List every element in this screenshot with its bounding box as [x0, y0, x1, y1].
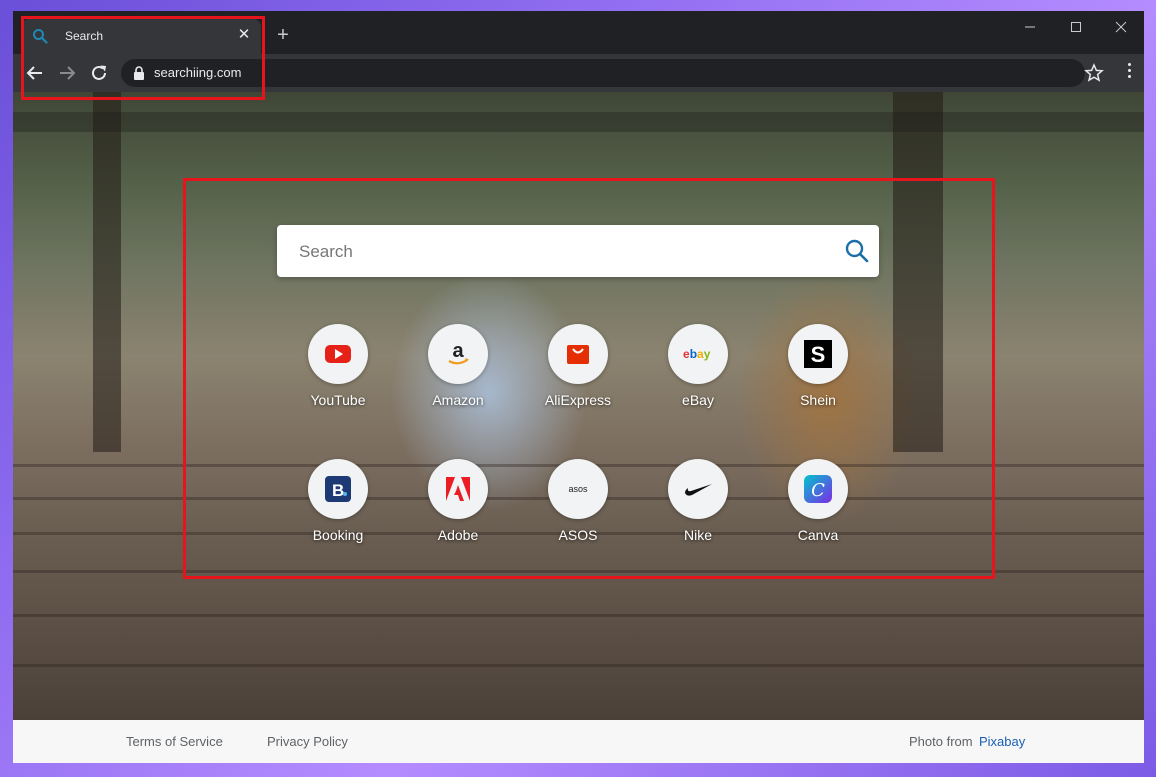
background-beam	[13, 112, 1144, 132]
aliexpress-icon	[548, 324, 608, 384]
background-pillar	[93, 92, 121, 452]
bookmark-star-icon[interactable]	[1084, 63, 1104, 83]
booking-icon: B	[308, 459, 368, 519]
shortcut-label: AliExpress	[544, 392, 612, 408]
canva-icon: C	[788, 459, 848, 519]
amazon-icon: a	[428, 324, 488, 384]
shortcut-canva[interactable]: C Canva	[763, 459, 873, 569]
shortcut-label: Booking	[312, 527, 364, 543]
shortcut-shein[interactable]: S Shein	[763, 324, 873, 434]
new-tab-button[interactable]: +	[273, 25, 293, 45]
browser-menu-icon[interactable]	[1128, 63, 1132, 83]
svg-text:C: C	[811, 480, 825, 501]
browser-window: Search ✕ + searchiing.com Search YouTube…	[13, 11, 1144, 763]
shortcut-asos[interactable]: asos ASOS	[523, 459, 633, 569]
shortcut-label: Shein	[800, 392, 836, 408]
highlight-box-tab	[21, 16, 265, 100]
shein-icon: S	[788, 324, 848, 384]
minimize-icon[interactable]	[1007, 17, 1053, 39]
shortcut-label: Nike	[683, 527, 712, 543]
terms-link[interactable]: Terms of Service	[126, 734, 223, 749]
photo-credit-label: Photo from	[909, 734, 973, 749]
ebay-icon: ebay	[668, 324, 728, 384]
shortcut-label: eBay	[682, 392, 714, 408]
asos-icon: asos	[548, 459, 608, 519]
floor-plank	[13, 664, 1144, 667]
shortcut-nike[interactable]: Nike	[643, 459, 753, 569]
address-bar[interactable]: searchiing.com	[121, 59, 1085, 87]
svg-text:ebay: ebay	[683, 347, 711, 361]
shortcut-label: Amazon	[432, 392, 484, 408]
privacy-link[interactable]: Privacy Policy	[267, 734, 348, 749]
shortcut-label: Canva	[797, 527, 839, 543]
close-window-icon[interactable]	[1098, 17, 1144, 39]
footer: Terms of Service Privacy Policy Photo fr…	[13, 720, 1144, 763]
adobe-icon	[428, 459, 488, 519]
search-input[interactable]	[297, 225, 821, 279]
new-tab-page: YouTube a Amazon AliExpress ebay eBay S	[13, 92, 1144, 720]
shortcut-booking[interactable]: B Booking	[283, 459, 393, 569]
pixabay-link[interactable]: Pixabay	[979, 734, 1025, 749]
nike-icon	[668, 459, 728, 519]
youtube-icon	[308, 324, 368, 384]
svg-text:B: B	[332, 481, 344, 500]
shortcut-label: YouTube	[310, 392, 366, 408]
shortcut-aliexpress[interactable]: AliExpress	[523, 324, 633, 434]
floor-plank	[13, 614, 1144, 617]
shortcut-ebay[interactable]: ebay eBay	[643, 324, 753, 434]
search-box[interactable]	[277, 225, 879, 279]
svg-text:S: S	[811, 342, 826, 367]
svg-text:a: a	[452, 340, 464, 362]
shortcut-amazon[interactable]: a Amazon	[403, 324, 513, 434]
maximize-icon[interactable]	[1053, 17, 1099, 39]
shortcut-youtube[interactable]: YouTube	[283, 324, 393, 434]
shortcut-label: ASOS	[558, 527, 598, 543]
shortcut-label: Adobe	[437, 527, 479, 543]
shortcut-adobe[interactable]: Adobe	[403, 459, 513, 569]
svg-text:asos: asos	[568, 484, 588, 494]
search-icon[interactable]	[844, 238, 870, 264]
